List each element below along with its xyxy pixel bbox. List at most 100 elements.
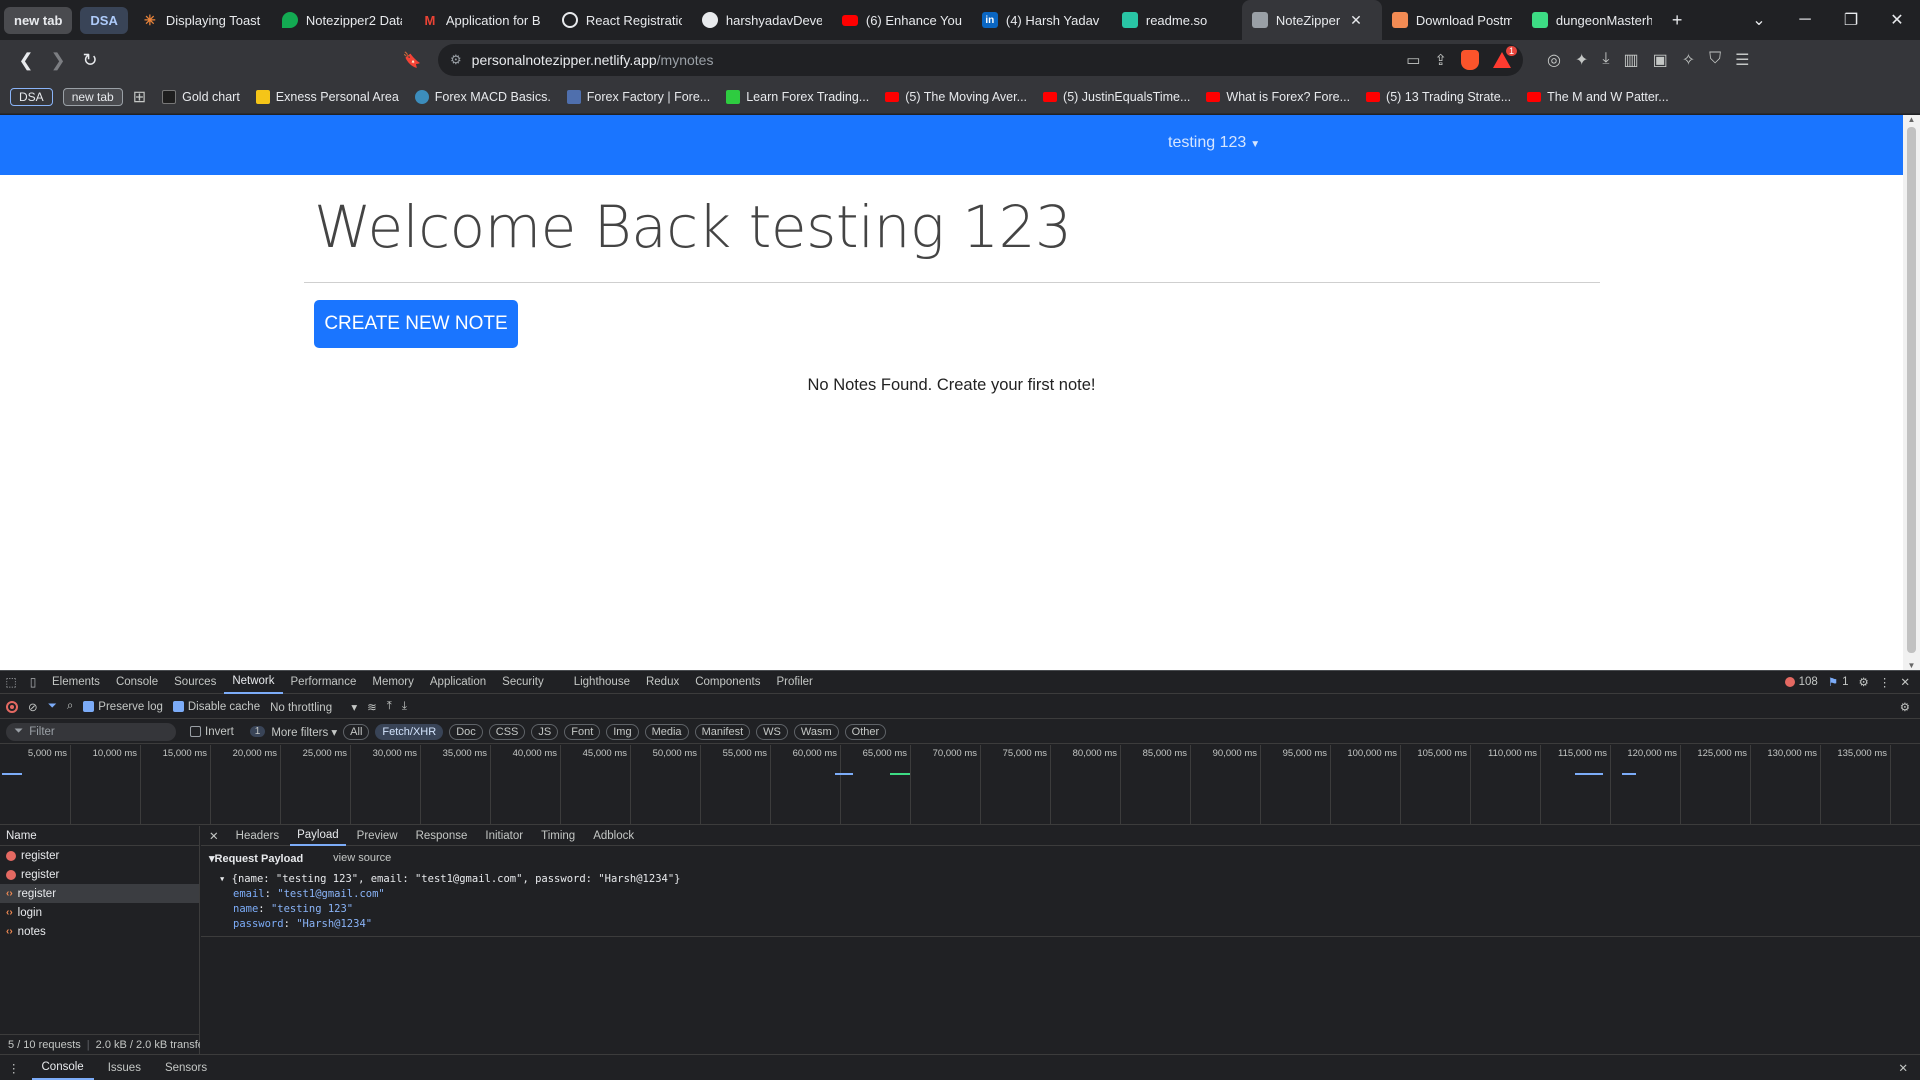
devtools-tab[interactable]: Security <box>494 670 552 694</box>
tab-youtube-enhance[interactable]: (6) Enhance Your <box>832 0 972 40</box>
bookmark-item[interactable]: Forex Factory | Fore... <box>561 89 716 104</box>
tab-displaying-toast[interactable]: ✳ Displaying Toast I <box>132 0 272 40</box>
request-row[interactable]: ‹› login <box>0 903 199 922</box>
type-filter-chip[interactable]: Doc <box>449 723 483 740</box>
request-row[interactable]: register <box>0 865 199 884</box>
issues-counter[interactable]: ⚑ 1 <box>1828 675 1849 689</box>
bookmark-item[interactable]: What is Forex? Fore... <box>1200 90 1356 104</box>
drawer-tab[interactable]: Sensors <box>155 1056 217 1080</box>
tab-group-new-tab[interactable]: new tab <box>0 0 76 40</box>
name-column-header[interactable]: Name <box>0 826 199 846</box>
close-devtools-icon[interactable]: ✕ <box>1900 675 1910 689</box>
error-counter[interactable]: 108 <box>1784 676 1818 688</box>
site-settings-icon[interactable]: ⚙ <box>450 52 462 68</box>
tab-search-icon[interactable]: ⌄ <box>1736 10 1782 30</box>
search-icon[interactable]: ⌕ <box>67 700 73 713</box>
devtools-tab[interactable]: Application <box>422 670 494 694</box>
drawer-tab-console[interactable]: Console <box>31 1056 94 1080</box>
bookmark-group-dsa[interactable]: DSA <box>10 87 53 106</box>
tab-group-dsa[interactable]: DSA <box>76 0 131 40</box>
new-tab-button[interactable]: + <box>1662 0 1693 40</box>
devtools-tab[interactable]: Sources <box>166 670 224 694</box>
type-filter-chip[interactable]: Font <box>564 723 601 740</box>
record-icon[interactable] <box>6 700 18 713</box>
address-bar[interactable]: ⚙ personalnotezipper.netlify.app/mynotes… <box>438 44 1523 76</box>
scrollbar-thumb[interactable] <box>1907 127 1916 653</box>
type-filter-chip[interactable]: Img <box>606 723 639 740</box>
export-har-icon[interactable]: ⤓ <box>402 700 407 713</box>
type-filter-chip-active[interactable]: Fetch/XHR <box>375 723 444 740</box>
request-row[interactable]: register <box>0 846 199 865</box>
payload-object-toggle[interactable]: ▾ {name: "testing 123", email: "test1@gm… <box>209 873 1912 885</box>
view-source-link[interactable]: view source <box>333 852 391 865</box>
preserve-log-checkbox[interactable]: Preserve log <box>83 701 163 713</box>
tab-readme-so[interactable]: readme.so <box>1112 0 1242 40</box>
device-toolbar-icon[interactable]: ▯ <box>22 675 44 689</box>
close-detail-icon[interactable]: ✕ <box>209 829 219 843</box>
bookmark-item[interactable]: The M and W Patter... <box>1521 90 1675 104</box>
request-row[interactable]: ‹› notes <box>0 922 199 941</box>
brave-rewards-icon[interactable]: 1 <box>1493 46 1518 68</box>
reload-icon[interactable]: ↻ <box>74 44 106 76</box>
disable-cache-checkbox[interactable]: Disable cache <box>172 701 260 713</box>
devtools-tab[interactable]: Elements <box>44 670 108 694</box>
wallet-icon[interactable]: ▣ <box>1653 50 1668 70</box>
detail-tab[interactable]: Initiator <box>478 826 530 846</box>
share-icon[interactable]: ⇪ <box>1434 51 1447 69</box>
bookmark-item[interactable]: Exness Personal Area <box>250 89 405 104</box>
devtools-tab-network[interactable]: Network <box>224 670 283 694</box>
user-menu-dropdown[interactable]: testing 123 ▼ <box>1168 134 1260 152</box>
devtools-tab[interactable]: Components <box>687 670 768 694</box>
detail-tab[interactable]: Timing <box>534 826 582 846</box>
type-filter-chip[interactable]: Other <box>844 723 887 740</box>
close-tab-icon[interactable]: ✕ <box>1350 12 1362 29</box>
filter-toggle-icon[interactable]: ⏷ <box>48 700 57 713</box>
detail-tab[interactable]: Preview <box>350 826 405 846</box>
sidebar-icon[interactable]: ▥ <box>1623 50 1638 70</box>
network-timeline-overview[interactable]: 5,000 ms 10,000 ms 15,000 ms 20,000 ms 25,00… <box>0 745 1920 825</box>
tab-notezipper[interactable]: NoteZipper ✕ <box>1241 0 1382 40</box>
close-drawer-icon[interactable]: ✕ <box>1898 1061 1920 1075</box>
request-row-selected[interactable]: ‹› register <box>0 884 199 903</box>
type-filter-chip[interactable]: Wasm <box>793 723 839 740</box>
scroll-down-icon[interactable]: ▼ <box>1903 661 1920 670</box>
tab-github[interactable]: harshyadavDevel <box>692 0 832 40</box>
type-filter-chip[interactable]: Media <box>644 723 689 740</box>
bookmark-group-new-tab[interactable]: new tab <box>62 87 123 106</box>
bookmark-item[interactable]: Forex MACD Basics. <box>409 89 557 104</box>
more-options-icon[interactable]: ⋮ <box>1879 675 1891 689</box>
bookmark-item[interactable]: (5) 13 Trading Strate... <box>1360 90 1517 104</box>
restore-icon[interactable]: ❐ <box>1828 10 1874 30</box>
devtools-tab[interactable]: Performance <box>283 670 365 694</box>
vpn-icon[interactable]: ◎ <box>1547 50 1561 70</box>
inspect-element-icon[interactable]: ⬚ <box>0 675 22 689</box>
settings-gear-icon[interactable]: ⚙ <box>1859 675 1869 689</box>
create-note-button[interactable]: CREATE NEW NOTE <box>314 300 518 348</box>
more-filters-dropdown[interactable]: More filters ▾ <box>271 725 337 739</box>
detail-tab[interactable]: Adblock <box>586 826 641 846</box>
devtools-tab[interactable]: Memory <box>364 670 422 694</box>
detail-tab[interactable]: Response <box>409 826 475 846</box>
leo-ai-icon[interactable]: ✧ <box>1682 50 1695 70</box>
close-window-icon[interactable]: ✕ <box>1874 10 1920 30</box>
minimize-icon[interactable]: ─ <box>1782 11 1828 29</box>
brave-shields-icon[interactable] <box>1461 50 1479 70</box>
type-filter-chip[interactable]: JS <box>531 723 559 740</box>
tab-linkedin[interactable]: in (4) Harsh Yadav | <box>972 0 1112 40</box>
devtools-tab[interactable]: Redux <box>638 670 687 694</box>
shield-icon[interactable]: ⛉ <box>1709 50 1721 70</box>
forward-icon[interactable]: ❯ <box>42 44 74 76</box>
devtools-tab[interactable]: Lighthouse <box>566 670 638 694</box>
devtools-tab[interactable]: Profiler <box>768 670 820 694</box>
apps-grid-icon[interactable]: ⊞ <box>127 87 152 107</box>
menu-icon[interactable]: ☰ <box>1735 50 1749 70</box>
tab-download-postman[interactable]: Download Postm <box>1382 0 1522 40</box>
network-conditions-icon[interactable]: ≋ <box>367 700 377 714</box>
bookmark-item[interactable]: Learn Forex Trading... <box>720 89 875 104</box>
page-scrollbar[interactable]: ▲ ▼ <box>1903 115 1920 670</box>
type-filter-chip[interactable]: CSS <box>488 723 526 740</box>
bookmark-item[interactable]: (5) JustinEqualsTime... <box>1037 90 1196 104</box>
scroll-up-icon[interactable]: ▲ <box>1903 115 1920 124</box>
throttling-select[interactable]: No throttling ▾ <box>270 700 357 714</box>
download-icon[interactable]: ⤓ <box>1602 50 1609 70</box>
